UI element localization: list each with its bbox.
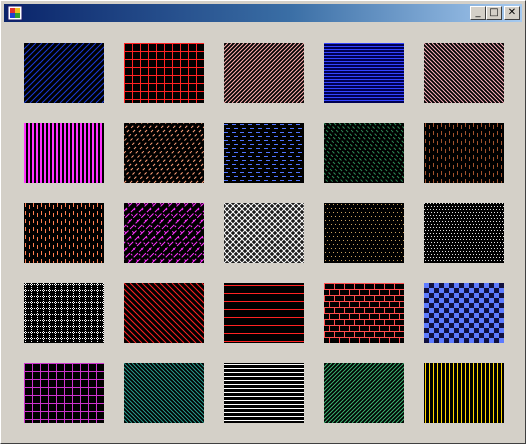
pattern-swatch [224, 363, 304, 423]
hatch-pattern-fill [224, 123, 304, 183]
pattern-swatch [424, 283, 504, 343]
pattern-swatch [324, 43, 404, 103]
hatch-pattern-fill [24, 123, 104, 183]
pattern-swatch [424, 43, 504, 103]
hatch-pattern-fill [224, 283, 304, 343]
pattern-grid [5, 23, 523, 439]
hatch-pattern-fill [424, 43, 504, 103]
close-button[interactable]: ✕ [504, 6, 520, 20]
hatch-pattern-fill [24, 283, 104, 343]
hatch-pattern-fill [224, 203, 304, 263]
pattern-swatch [124, 283, 204, 343]
hatch-pattern-fill [24, 363, 104, 423]
pattern-swatch [124, 363, 204, 423]
hatch-pattern-fill [224, 43, 304, 103]
pattern-swatch [424, 203, 504, 263]
pattern-swatch [324, 283, 404, 343]
hatch-pattern-fill [424, 123, 504, 183]
pattern-swatch [324, 363, 404, 423]
main-window: _ □ ✕ [0, 0, 526, 444]
hatch-pattern-fill [324, 123, 404, 183]
pattern-swatch [124, 43, 204, 103]
pattern-swatch [24, 363, 104, 423]
pattern-swatch [324, 203, 404, 263]
title-bar[interactable]: _ □ ✕ [4, 4, 522, 22]
hatch-pattern-fill [324, 43, 404, 103]
minimize-button[interactable]: _ [470, 6, 486, 20]
pattern-swatch [24, 203, 104, 263]
pattern-swatch [224, 203, 304, 263]
hatch-pattern-fill [424, 203, 504, 263]
pattern-swatch [224, 283, 304, 343]
hatch-pattern-fill [424, 363, 504, 423]
pattern-swatch [124, 123, 204, 183]
hatch-pattern-fill [324, 203, 404, 263]
pattern-swatch [224, 123, 304, 183]
pattern-swatch [324, 123, 404, 183]
hatch-pattern-fill [124, 43, 204, 103]
hatch-pattern-fill [324, 363, 404, 423]
hatch-pattern-fill [224, 363, 304, 423]
hatch-pattern-fill [24, 203, 104, 263]
pattern-swatch [24, 283, 104, 343]
hatch-pattern-fill [24, 43, 104, 103]
hatch-pattern-fill [324, 283, 404, 343]
pattern-swatch [24, 43, 104, 103]
pattern-swatch [424, 123, 504, 183]
pattern-swatch [224, 43, 304, 103]
app-icon[interactable] [7, 5, 23, 21]
pattern-swatch [24, 123, 104, 183]
pattern-swatch [124, 203, 204, 263]
hatch-pattern-fill [124, 203, 204, 263]
hatch-pattern-fill [124, 123, 204, 183]
hatch-pattern-fill [124, 283, 204, 343]
pattern-swatch [424, 363, 504, 423]
hatch-pattern-fill [424, 283, 504, 343]
hatch-pattern-fill [124, 363, 204, 423]
maximize-button[interactable]: □ [486, 6, 502, 20]
